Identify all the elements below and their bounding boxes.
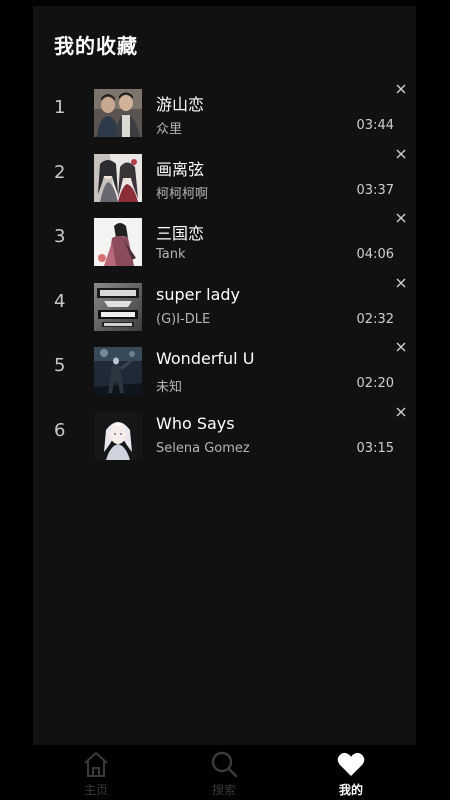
remove-song-close-icon[interactable]: [394, 339, 408, 353]
song-duration: 03:44: [356, 118, 394, 133]
song-row[interactable]: 4 super lady (G)I-DLE 02:32: [33, 278, 416, 346]
song-index: 2: [54, 161, 66, 183]
tab-home[interactable]: 主页: [66, 749, 126, 797]
remove-song-close-icon[interactable]: [394, 275, 408, 289]
tab-label: 主页: [83, 783, 108, 797]
song-title: Who Says: [156, 413, 235, 433]
two-men-portrait-cover: [94, 89, 142, 137]
song-title: 画离弦: [156, 159, 205, 179]
album-logo-cover: [94, 282, 142, 331]
heart-icon: [321, 749, 381, 783]
concert-stage-cover: [94, 347, 142, 396]
song-row[interactable]: 1 游山恋 众里 03:44: [33, 84, 416, 152]
tab-label: 搜索: [211, 783, 236, 797]
song-duration: 04:06: [356, 247, 394, 263]
remove-song-close-icon[interactable]: [394, 146, 408, 160]
song-index: 1: [54, 97, 66, 118]
bottom-tab-bar: 主页 搜索 我的: [0, 745, 450, 800]
song-artist: 未知: [156, 380, 183, 396]
song-title: 游山恋: [156, 95, 205, 114]
anime-characters-cover: [94, 153, 142, 202]
song-row[interactable]: 5 Wonderful U 未知 02:20: [33, 342, 416, 410]
song-artist: (G)I-DLE: [156, 311, 211, 327]
song-artist: Tank: [156, 247, 186, 263]
tab-search[interactable]: 搜索: [194, 749, 254, 797]
search-icon: [194, 749, 254, 783]
song-artist: 众里: [156, 122, 183, 137]
remove-song-close-icon[interactable]: [394, 81, 408, 95]
song-row[interactable]: 6 Who Says Selena Gomez 03:15: [33, 407, 416, 475]
remove-song-close-icon[interactable]: [394, 404, 408, 418]
tab-label: 我的: [338, 783, 363, 797]
song-row[interactable]: 3 三国恋 Tank 04:06: [33, 213, 416, 281]
song-title: Wonderful U: [156, 349, 255, 369]
song-title: super lady: [156, 284, 241, 304]
home-icon: [66, 749, 126, 783]
remove-song-close-icon[interactable]: [394, 210, 408, 224]
song-index: 4: [54, 290, 66, 312]
anime-girl-cover: [94, 411, 142, 460]
song-duration: 03:37: [356, 182, 394, 198]
song-artist: 柯柯柯啊: [156, 186, 209, 202]
song-index: 3: [54, 226, 66, 248]
song-duration: 02:32: [356, 311, 394, 327]
song-row[interactable]: 2 画离弦 柯柯柯啊 03:37: [33, 149, 416, 217]
page-title: 我的收藏: [54, 34, 138, 58]
song-index: 6: [54, 419, 66, 441]
tab-mine[interactable]: 我的: [321, 749, 381, 797]
song-artist: Selena Gomez: [156, 440, 250, 456]
song-title: 三国恋: [156, 224, 205, 244]
app-root: 我的收藏 1 游山恋 众里 03:44 2 画离弦 柯柯柯啊 03:37 3 三…: [0, 0, 450, 800]
ink-painting-figure-cover: [94, 218, 142, 267]
favorites-panel: 我的收藏 1 游山恋 众里 03:44 2 画离弦 柯柯柯啊 03:37 3 三…: [33, 6, 416, 745]
song-duration: 02:20: [356, 376, 394, 392]
song-list: 1 游山恋 众里 03:44 2 画离弦 柯柯柯啊 03:37 3 三国恋 Ta…: [33, 84, 416, 475]
song-index: 5: [54, 355, 66, 377]
song-duration: 03:15: [356, 440, 394, 456]
